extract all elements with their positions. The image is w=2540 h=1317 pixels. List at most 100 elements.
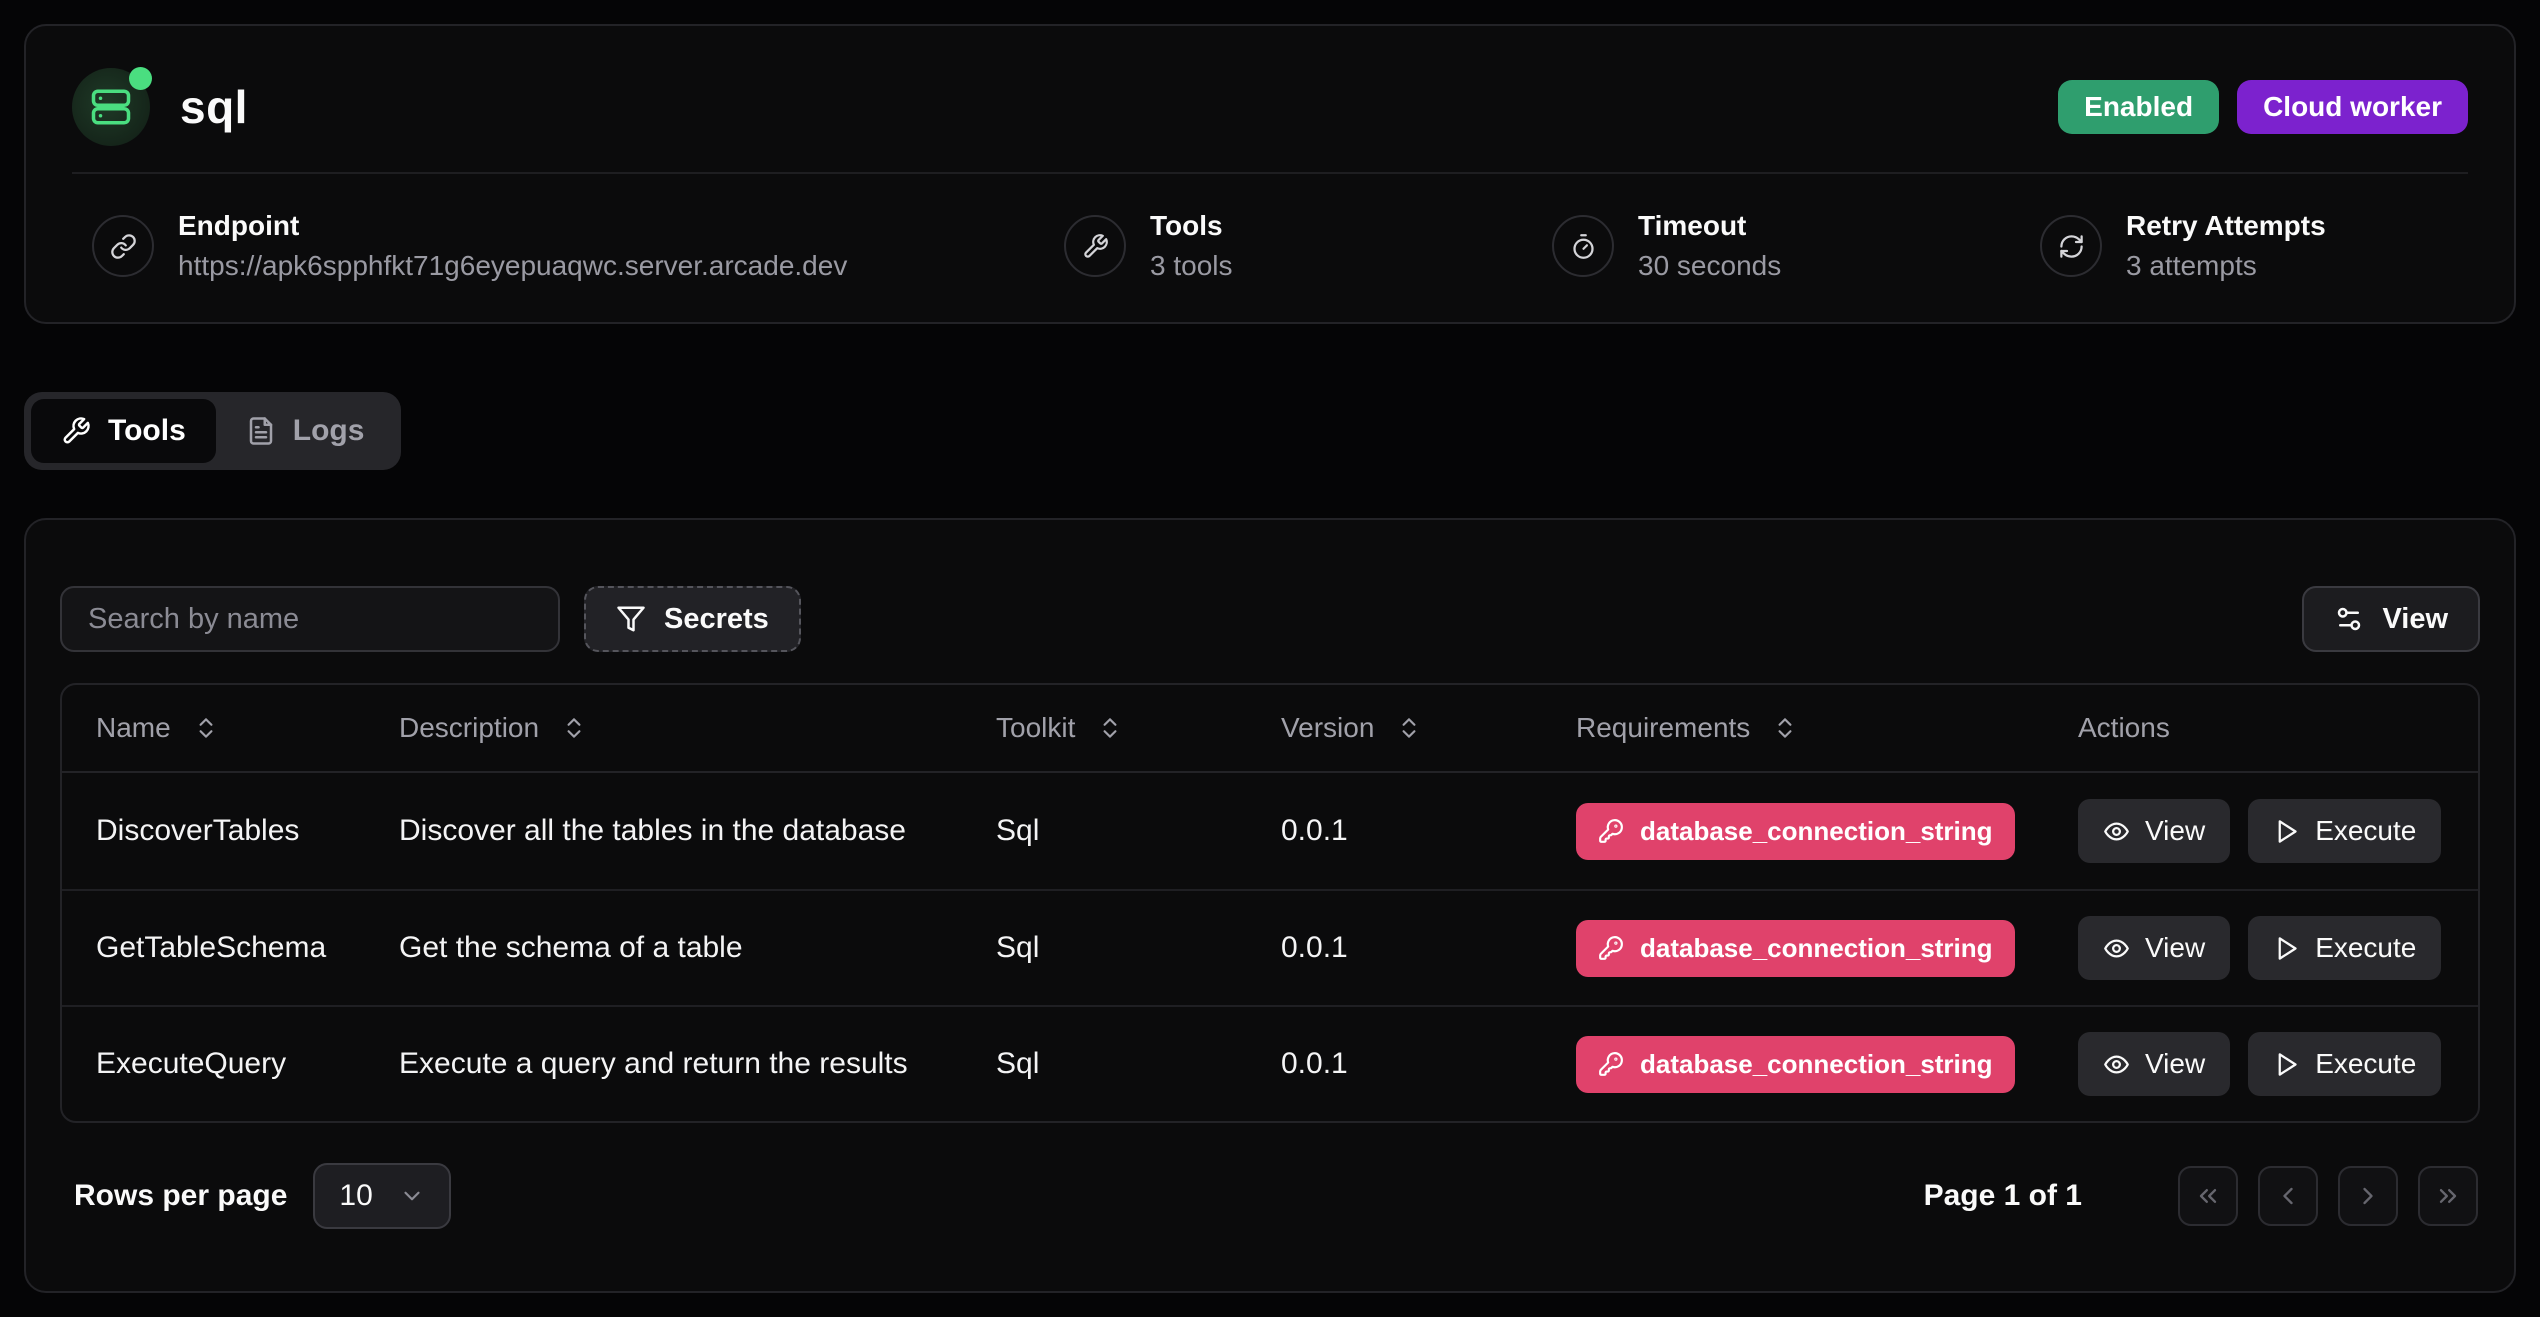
info-label: Tools	[1150, 210, 1233, 242]
online-status-dot	[129, 67, 152, 90]
secrets-label: Secrets	[664, 603, 769, 636]
wrench-icon	[1064, 215, 1126, 277]
worker-summary-card: sql Enabled Cloud worker Endpoint https:…	[24, 24, 2516, 324]
rows-per-page-select[interactable]: 10	[313, 1163, 450, 1229]
server-icon	[90, 86, 132, 128]
tool-description: Get the schema of a table	[365, 931, 962, 965]
worker-info-row: Endpoint https://apk6spphfkt71g6eyepuaqw…	[72, 210, 2468, 282]
info-retry-attempts: Retry Attempts 3 attempts	[2040, 210, 2468, 282]
execute-tool-button[interactable]: Execute	[2248, 1032, 2441, 1096]
tool-toolkit: Sql	[962, 1047, 1247, 1081]
tool-name: DiscoverTables	[62, 814, 365, 848]
link-icon	[92, 215, 154, 277]
page: sql Enabled Cloud worker Endpoint https:…	[0, 0, 2540, 1317]
eye-icon	[2103, 935, 2130, 962]
tool-toolkit: Sql	[962, 814, 1247, 848]
tool-version: 0.0.1	[1247, 814, 1542, 848]
view-tool-button[interactable]: View	[2078, 916, 2230, 980]
tools-count: 3 tools	[1150, 250, 1233, 282]
chevrons-left-icon	[2194, 1182, 2222, 1210]
file-text-icon	[246, 416, 276, 446]
info-timeout: Timeout 30 seconds	[1552, 210, 2040, 282]
sort-icon	[1396, 715, 1422, 741]
tool-version: 0.0.1	[1247, 931, 1542, 965]
info-endpoint: Endpoint https://apk6spphfkt71g6eyepuaqw…	[92, 210, 1064, 282]
tool-description: Execute a query and return the results	[365, 1047, 962, 1081]
requirement-badge: database_connection_string	[1576, 1036, 2015, 1093]
column-header-requirements[interactable]: Requirements	[1542, 712, 2044, 744]
search-input[interactable]	[60, 586, 560, 652]
pagination	[2178, 1166, 2478, 1226]
worker-title: sql	[180, 80, 248, 134]
column-header-toolkit[interactable]: Toolkit	[962, 712, 1247, 744]
view-options-label: View	[2382, 603, 2448, 636]
wrench-icon	[61, 416, 91, 446]
requirement-badge: database_connection_string	[1576, 920, 2015, 977]
page-info: Page 1 of 1	[1924, 1179, 2082, 1213]
column-header-name[interactable]: Name	[62, 712, 365, 744]
secrets-button[interactable]: Secrets	[584, 586, 801, 652]
tab-label: Tools	[108, 414, 186, 448]
tool-description: Discover all the tables in the database	[365, 814, 962, 848]
table-row: ExecuteQuery Execute a query and return …	[62, 1005, 2478, 1121]
chevron-left-icon	[2274, 1182, 2302, 1210]
view-options-button[interactable]: View	[2302, 586, 2480, 652]
requirement-badge: database_connection_string	[1576, 803, 2015, 860]
column-header-version[interactable]: Version	[1247, 712, 1542, 744]
requirement-label: database_connection_string	[1640, 1049, 1993, 1080]
tab-bar: Tools Logs	[24, 392, 401, 470]
execute-tool-button[interactable]: Execute	[2248, 916, 2441, 980]
chevron-down-icon	[399, 1183, 425, 1209]
tools-table: Name Description Toolkit Version Require…	[60, 683, 2480, 1123]
info-label: Timeout	[1638, 210, 1781, 242]
retry-attempts-value: 3 attempts	[2126, 250, 2326, 282]
cloud-worker-badge: Cloud worker	[2237, 80, 2468, 134]
key-icon	[1598, 935, 1624, 961]
previous-page-button[interactable]	[2258, 1166, 2318, 1226]
info-tools: Tools 3 tools	[1064, 210, 1552, 282]
eye-icon	[2103, 818, 2130, 845]
column-header-description[interactable]: Description	[365, 712, 962, 744]
tools-toolbar: Secrets View	[60, 586, 2480, 652]
sort-icon	[561, 715, 587, 741]
requirement-label: database_connection_string	[1640, 933, 1993, 964]
tab-label: Logs	[293, 414, 365, 448]
tool-name: GetTableSchema	[62, 931, 365, 965]
next-page-button[interactable]	[2338, 1166, 2398, 1226]
first-page-button[interactable]	[2178, 1166, 2238, 1226]
worker-avatar	[72, 68, 150, 146]
last-page-button[interactable]	[2418, 1166, 2478, 1226]
info-label: Retry Attempts	[2126, 210, 2326, 242]
filter-icon	[616, 604, 646, 634]
worker-identity-row: sql Enabled Cloud worker	[72, 68, 2468, 174]
sort-icon	[1097, 715, 1123, 741]
chevrons-right-icon	[2434, 1182, 2462, 1210]
eye-icon	[2103, 1051, 2130, 1078]
sort-icon	[1772, 715, 1798, 741]
tool-name: ExecuteQuery	[62, 1047, 365, 1081]
endpoint-url: https://apk6spphfkt71g6eyepuaqwc.server.…	[178, 250, 847, 282]
table-header-row: Name Description Toolkit Version Require…	[62, 685, 2478, 773]
refresh-icon	[2040, 215, 2102, 277]
execute-tool-button[interactable]: Execute	[2248, 799, 2441, 863]
column-header-actions: Actions	[2044, 712, 2478, 744]
requirement-label: database_connection_string	[1640, 816, 1993, 847]
chevron-right-icon	[2354, 1182, 2382, 1210]
timer-icon	[1552, 215, 1614, 277]
sliders-icon	[2334, 604, 2364, 634]
info-label: Endpoint	[178, 210, 847, 242]
play-icon	[2273, 1051, 2300, 1078]
sort-icon	[193, 715, 219, 741]
enabled-badge: Enabled	[2058, 80, 2219, 134]
tab-logs[interactable]: Logs	[216, 399, 395, 463]
tool-version: 0.0.1	[1247, 1047, 1542, 1081]
rows-per-page-value: 10	[339, 1179, 372, 1213]
view-tool-button[interactable]: View	[2078, 799, 2230, 863]
tools-panel: Secrets View Name Description Toolkit	[24, 518, 2516, 1293]
key-icon	[1598, 1051, 1624, 1077]
play-icon	[2273, 818, 2300, 845]
table-footer: Rows per page 10 Page 1 of 1	[60, 1163, 2480, 1229]
view-tool-button[interactable]: View	[2078, 1032, 2230, 1096]
tool-toolkit: Sql	[962, 931, 1247, 965]
tab-tools[interactable]: Tools	[31, 399, 216, 463]
